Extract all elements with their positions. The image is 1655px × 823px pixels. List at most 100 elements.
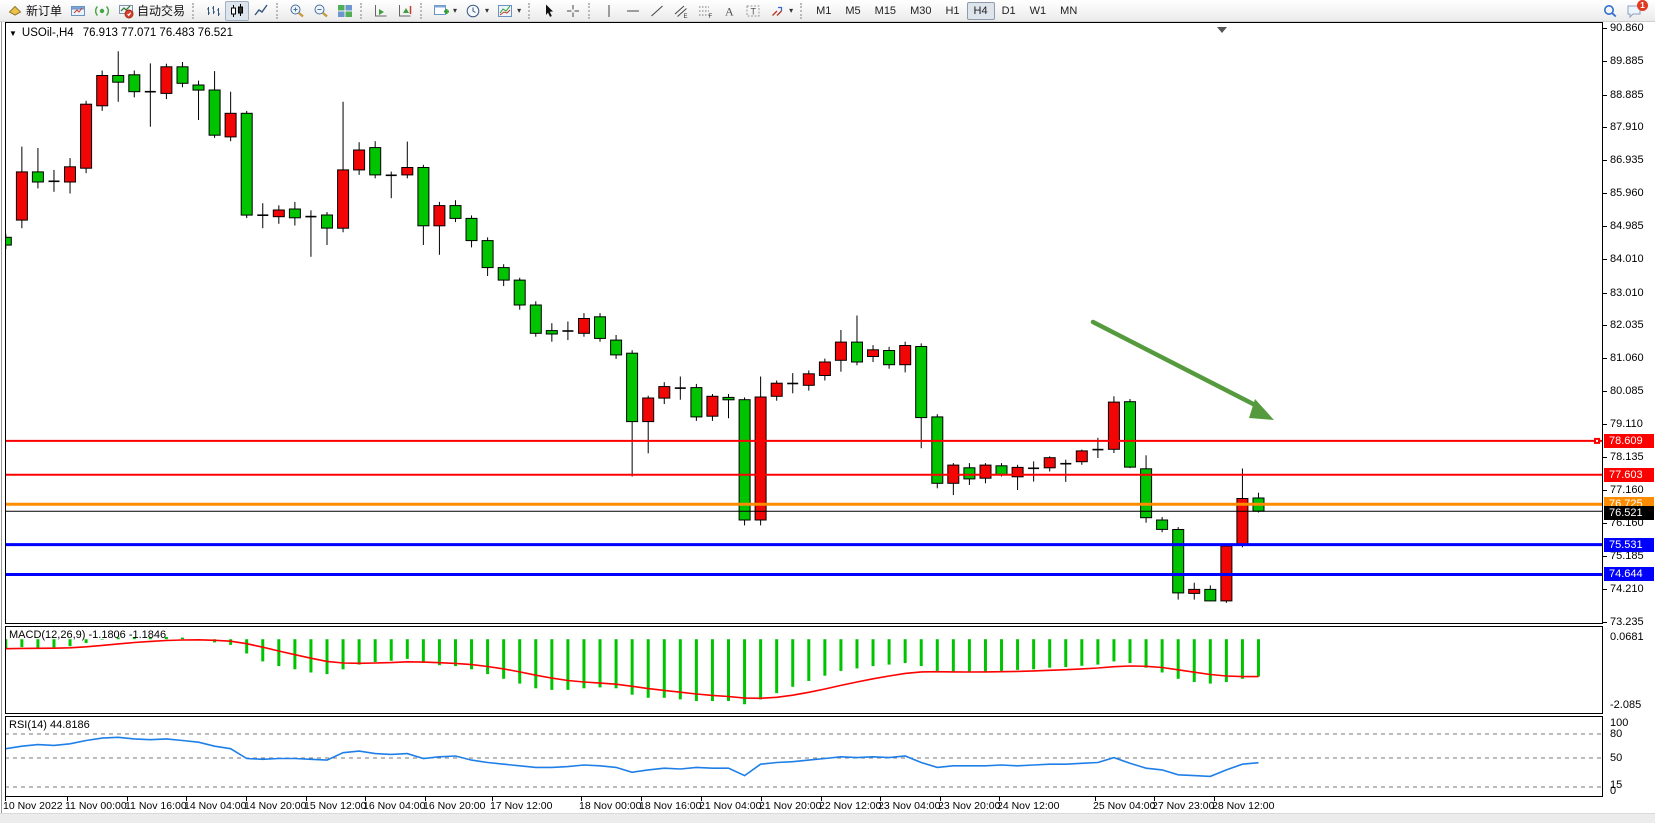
rsi-value: 44.8186	[50, 719, 90, 731]
svg-text:A: A	[725, 4, 734, 18]
new-chart-icon	[433, 3, 449, 19]
line-view-button[interactable]	[249, 1, 273, 21]
crosshair-icon	[565, 3, 581, 19]
trendline-button[interactable]	[645, 1, 669, 21]
svg-text:F: F	[709, 14, 713, 19]
time-axis-label: 17 Nov 12:00	[490, 800, 552, 812]
notification-badge: 1	[1637, 0, 1648, 11]
auto-scroll-icon	[373, 3, 389, 19]
new-order-button-label: 新订单	[26, 2, 62, 19]
chart-shift-icon	[397, 3, 413, 19]
auto-scroll-button[interactable]	[369, 1, 393, 21]
svg-text:T: T	[751, 6, 757, 16]
price-axis-label: 85.960	[1610, 187, 1644, 199]
horizontal-line-button[interactable]	[621, 1, 645, 21]
toolbar-group-separator	[192, 3, 197, 19]
crosshair-button[interactable]	[561, 1, 585, 21]
price-axis-label: 82.035	[1610, 319, 1644, 331]
price-axis-tick	[1602, 622, 1607, 623]
zoom-out-icon	[313, 3, 329, 19]
time-axis-label: 11 Nov 16:00	[125, 800, 187, 812]
window-bottom-edge	[0, 813, 1655, 823]
timeframe-D1-button[interactable]: D1	[995, 2, 1023, 20]
timeframe-H1-button[interactable]: H1	[938, 2, 966, 20]
search-icon	[1602, 3, 1618, 19]
symbol-dropdown-icon[interactable]: ▼	[9, 28, 17, 38]
bar-chart-icon	[205, 3, 221, 19]
tile-windows-icon	[337, 3, 353, 19]
rsi-indicator-canvas[interactable]	[5, 716, 1602, 796]
chart-shift-button[interactable]	[393, 1, 417, 21]
macd-scale-label: 0.0681	[1610, 631, 1644, 643]
price-axis-tick	[1602, 325, 1607, 326]
timeframe-H4-button[interactable]: H4	[967, 2, 995, 20]
toolbar-right-groups: 1	[1598, 1, 1652, 21]
price-axis-label: 83.010	[1610, 287, 1644, 299]
toolbar: 新订单自动交易▾▾▾EFAT▾M1M5M15M30H1H4D1W1MN 1	[0, 0, 1655, 22]
charts-window-button[interactable]	[66, 1, 90, 21]
price-axis-label: 84.985	[1610, 220, 1644, 232]
timeframe-M5-button[interactable]: M5	[838, 2, 867, 20]
price-axis-label: 77.160	[1610, 484, 1644, 496]
time-axis-label: 25 Nov 04:00	[1093, 800, 1155, 812]
svg-text:E: E	[684, 14, 688, 19]
timeframe-M30-button[interactable]: M30	[903, 2, 938, 20]
equidistant-channel-button[interactable]: E	[669, 1, 693, 21]
new-chart-button[interactable]: ▾	[429, 1, 461, 21]
signal-icon	[94, 3, 110, 19]
time-axis-label: 21 Nov 20:00	[759, 800, 821, 812]
autotrading-button[interactable]: 自动交易	[114, 1, 189, 21]
chat-button[interactable]: 1	[1622, 1, 1646, 21]
time-axis-label: 21 Nov 04:00	[699, 800, 761, 812]
bars-view-button[interactable]	[201, 1, 225, 21]
price-line-tag: 75.531	[1604, 538, 1654, 552]
macd-scale-label: -2.085	[1610, 699, 1641, 711]
time-axis-label: 22 Nov 12:00	[819, 800, 881, 812]
price-axis-label: 84.010	[1610, 253, 1644, 265]
arrows-button[interactable]: ▾	[765, 1, 797, 21]
signals-button[interactable]	[90, 1, 114, 21]
timeframe-M15-button[interactable]: M15	[868, 2, 903, 20]
price-axis-label: 87.910	[1610, 121, 1644, 133]
text-label-button[interactable]: T	[741, 1, 765, 21]
time-axis-label: 14 Nov 20:00	[244, 800, 306, 812]
price-line-tag: 77.603	[1604, 468, 1654, 482]
time-axis-label: 15 Nov 12:00	[304, 800, 366, 812]
zoom-in-icon	[289, 3, 305, 19]
price-axis-label: 78.135	[1610, 451, 1644, 463]
price-axis-label: 86.935	[1610, 154, 1644, 166]
price-chart-canvas[interactable]	[5, 22, 1602, 623]
templates-button[interactable]: ▾	[493, 1, 525, 21]
timeframe-W1-button[interactable]: W1	[1023, 2, 1054, 20]
mt4-terminal-window: 新订单自动交易▾▾▾EFAT▾M1M5M15M30H1H4D1W1MN 1 ▼ …	[0, 0, 1655, 823]
zoom-out-button[interactable]	[309, 1, 333, 21]
vertical-line-button[interactable]	[597, 1, 621, 21]
time-axis-label: 16 Nov 04:00	[363, 800, 425, 812]
rsi-label: RSI(14) 44.8186	[9, 719, 90, 731]
new-order-button[interactable]: 新订单	[3, 1, 66, 21]
main-chart-pane-border	[5, 22, 1603, 624]
price-axis-tick	[1602, 127, 1607, 128]
toolbar-group-separator	[528, 3, 533, 19]
price-axis-label: 88.885	[1610, 89, 1644, 101]
arrows-icon	[769, 3, 785, 19]
tile-windows-button[interactable]	[333, 1, 357, 21]
fibonacci-button[interactable]: F	[693, 1, 717, 21]
macd-label: MACD(12,26,9) -1.1806 -1.1846	[9, 629, 166, 641]
price-axis-label: 90.860	[1610, 22, 1644, 34]
text-button[interactable]: A	[717, 1, 741, 21]
text-icon: A	[721, 3, 737, 19]
macd-indicator-canvas[interactable]	[5, 626, 1602, 713]
timeframe-MN-button[interactable]: MN	[1053, 2, 1084, 20]
candles-view-button[interactable]	[225, 1, 249, 21]
time-axis-label: 28 Nov 12:00	[1212, 800, 1274, 812]
rsi-scale-label: 80	[1610, 728, 1622, 740]
cursor-button[interactable]	[537, 1, 561, 21]
timeframe-M1-button[interactable]: M1	[809, 2, 838, 20]
macd-pane-border	[5, 626, 1603, 714]
macd-values: -1.1806 -1.1846	[88, 629, 166, 641]
zoom-in-button[interactable]	[285, 1, 309, 21]
periods-button[interactable]: ▾	[461, 1, 493, 21]
chevron-down-icon: ▾	[517, 6, 521, 15]
search-button[interactable]	[1598, 1, 1622, 21]
